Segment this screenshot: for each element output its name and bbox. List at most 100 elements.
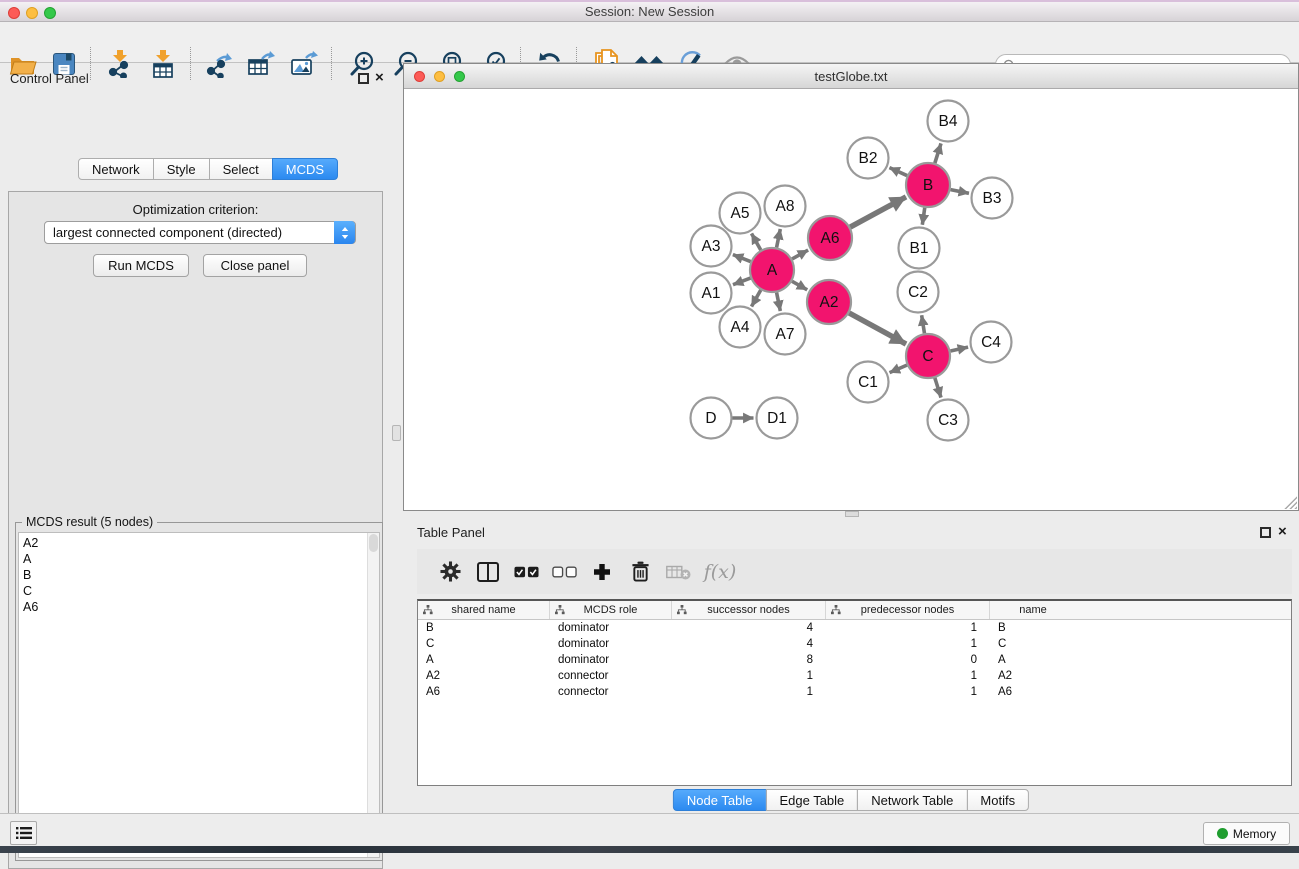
table-toolbar: f(x) — [417, 549, 1292, 594]
node-C2[interactable]: C2 — [898, 272, 939, 313]
table-row[interactable]: A2connector11A2 — [418, 668, 1291, 684]
column-header-shared-name[interactable]: shared name — [418, 601, 550, 619]
network-canvas[interactable]: B4 B2 B B3 A5 A8A6 B1 A3 A C2 A1 A2 A4 A7 C4 C C1 C3 D D1 — [404, 89, 1298, 510]
edge-B-B4[interactable] — [935, 143, 941, 163]
svg-text:B2: B2 — [859, 150, 878, 167]
optimization-select[interactable]: largest connected component (directed) — [44, 221, 356, 244]
node-B3[interactable]: B3 — [972, 178, 1013, 219]
column-header-predecessor-nodes[interactable]: predecessor nodes — [826, 601, 990, 619]
function-builder-button[interactable]: f(x) — [697, 556, 743, 588]
edge-C-C3[interactable] — [935, 378, 941, 398]
edge-C-C2[interactable] — [922, 315, 925, 333]
result-scrollbar[interactable] — [367, 533, 379, 857]
close-panel-button[interactable]: Close panel — [203, 254, 307, 277]
node-D[interactable]: D — [691, 398, 732, 439]
edge-B-B3[interactable] — [951, 190, 969, 194]
column-label: MCDS role — [584, 604, 638, 616]
node-A5[interactable]: A5 — [720, 193, 761, 234]
column-header-MCDS-role[interactable]: MCDS role — [550, 601, 672, 619]
svg-text:A7: A7 — [776, 326, 795, 343]
edge-A-A2[interactable] — [792, 281, 807, 290]
edge-A-A8[interactable] — [777, 229, 781, 247]
edge-A-A1[interactable] — [733, 278, 750, 285]
tab-edge-table[interactable]: Edge Table — [765, 789, 858, 811]
node-B1[interactable]: B1 — [899, 228, 940, 269]
tab-motifs[interactable]: Motifs — [966, 789, 1029, 811]
node-C3[interactable]: C3 — [928, 400, 969, 441]
edge-A-A7[interactable] — [777, 293, 781, 311]
table-row[interactable]: Adominator80A — [418, 652, 1291, 668]
plus-icon — [593, 563, 611, 581]
cell-MCDS-role: dominator — [550, 652, 672, 668]
edge-C-C1[interactable] — [890, 365, 907, 373]
node-C1[interactable]: C1 — [848, 362, 889, 403]
select-all-button[interactable] — [507, 556, 545, 588]
edge-A6-B[interactable] — [850, 197, 906, 227]
tab-mcds[interactable]: MCDS — [272, 158, 338, 180]
mcds-result-list[interactable]: A2ABCA6 — [18, 532, 380, 858]
memory-button[interactable]: Memory — [1203, 822, 1290, 845]
cell-successor-nodes: 4 — [672, 636, 826, 652]
edge-B-B1[interactable] — [922, 208, 924, 225]
network-view-window: testGlobe.txt B4 B2 B B3 A5 A8A6 B1 A3 A C2 A1 A2 A4… — [403, 63, 1299, 511]
node-table[interactable]: shared name MCDS role successor nodesprede… — [417, 599, 1292, 786]
node-B4[interactable]: B4 — [928, 101, 969, 142]
node-C4[interactable]: C4 — [971, 322, 1012, 363]
node-A1[interactable]: A1 — [691, 273, 732, 314]
float-panel-icon[interactable] — [358, 73, 369, 84]
edge-C-C4[interactable] — [950, 347, 968, 351]
tab-select[interactable]: Select — [209, 158, 273, 180]
edge-B-B2[interactable] — [889, 168, 907, 176]
vertical-split-handle[interactable] — [392, 425, 401, 441]
edge-A-A5[interactable] — [752, 233, 761, 249]
table-row[interactable]: Bdominator41B — [418, 620, 1291, 636]
mcds-result-item[interactable]: C — [19, 583, 379, 599]
attribute-icon — [677, 605, 687, 615]
node-B[interactable]: B — [906, 163, 950, 207]
column-header-successor-nodes[interactable]: successor nodes — [672, 601, 826, 619]
table-settings-button[interactable] — [431, 556, 469, 588]
add-column-button[interactable] — [583, 556, 621, 588]
node-A8[interactable]: A8 — [765, 186, 806, 227]
node-D1[interactable]: D1 — [757, 398, 798, 439]
mcds-result-item[interactable]: B — [19, 567, 379, 583]
node-A7[interactable]: A7 — [765, 314, 806, 355]
show-columns-button[interactable] — [469, 556, 507, 588]
table-row[interactable]: A6connector11A6 — [418, 684, 1291, 700]
task-history-button[interactable] — [10, 821, 37, 845]
node-A[interactable]: A — [750, 248, 794, 292]
tab-style[interactable]: Style — [153, 158, 210, 180]
edge-A-A6[interactable] — [792, 250, 808, 259]
deselect-all-button[interactable] — [545, 556, 583, 588]
edge-A-A4[interactable] — [752, 290, 761, 306]
fx-label: f(x) — [704, 561, 737, 583]
node-A6[interactable]: A6 — [808, 216, 852, 260]
cell-shared-name: C — [418, 636, 550, 652]
mcds-result-item[interactable]: A — [19, 551, 379, 567]
close-panel-icon[interactable]: × — [375, 72, 384, 84]
node-C[interactable]: C — [906, 334, 950, 378]
close-table-panel-icon[interactable]: × — [1278, 526, 1287, 538]
tab-node-table[interactable]: Node Table — [673, 789, 767, 811]
network-window-titlebar[interactable]: testGlobe.txt — [404, 64, 1298, 89]
node-A3[interactable]: A3 — [691, 226, 732, 267]
node-B2[interactable]: B2 — [848, 138, 889, 179]
delete-column-button[interactable] — [621, 556, 659, 588]
mcds-result-item[interactable]: A6 — [19, 599, 379, 615]
delete-table-button[interactable] — [659, 556, 697, 588]
mcds-result-item[interactable]: A2 — [19, 535, 379, 551]
node-A2[interactable]: A2 — [807, 280, 851, 324]
node-A4[interactable]: A4 — [720, 307, 761, 348]
tab-network[interactable]: Network — [78, 158, 154, 180]
tab-network-table[interactable]: Network Table — [857, 789, 967, 811]
cell-predecessor-nodes: 0 — [826, 652, 990, 668]
svg-text:A5: A5 — [731, 205, 750, 222]
float-table-panel-icon[interactable] — [1260, 527, 1271, 538]
edge-A2-C[interactable] — [849, 313, 906, 344]
table-row[interactable]: Cdominator41C — [418, 636, 1291, 652]
edge-A-A3[interactable] — [733, 255, 751, 262]
cell-shared-name: A2 — [418, 668, 550, 684]
column-header-name[interactable]: name — [990, 601, 1076, 619]
memory-label: Memory — [1233, 827, 1276, 841]
run-mcds-button[interactable]: Run MCDS — [93, 254, 189, 277]
